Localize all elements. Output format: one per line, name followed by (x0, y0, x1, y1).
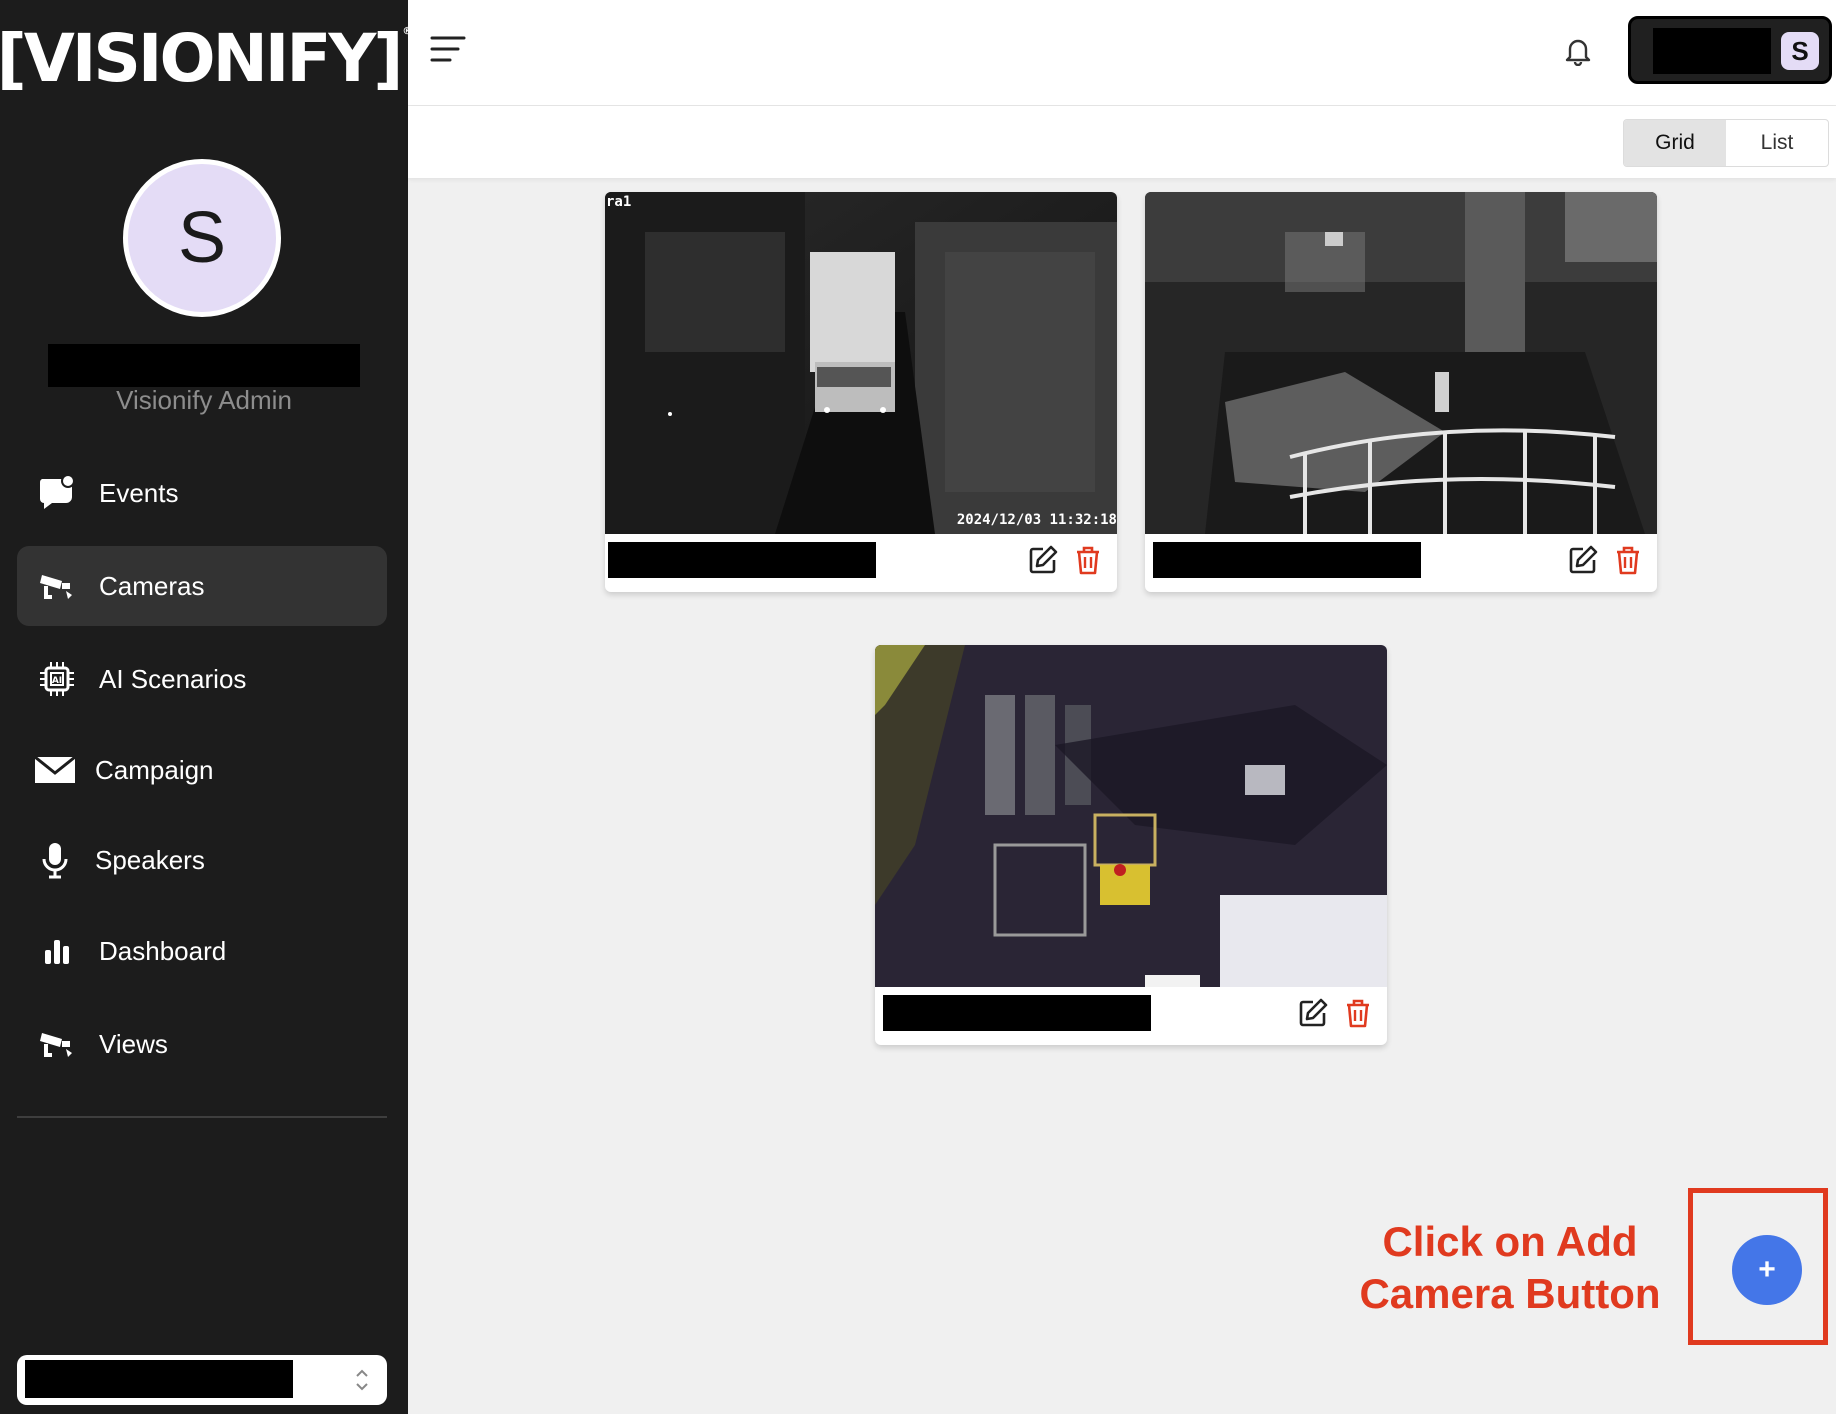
camera-card[interactable] (875, 645, 1387, 1045)
edit-icon[interactable] (1297, 997, 1329, 1029)
camera-feed-image[interactable] (875, 645, 1387, 987)
camera-timestamp: 2024/12/03 11:32:18 (956, 512, 1117, 528)
camera-overlay-label: ra1 (606, 194, 632, 210)
profile-avatar-initial: S (177, 198, 227, 278)
sidebar-item-label: Speakers (95, 844, 205, 875)
organization-select[interactable] (17, 1355, 387, 1405)
list-view-button[interactable]: List (1726, 120, 1828, 166)
sidebar-item-events[interactable]: Events (17, 453, 387, 533)
grid-view-button[interactable]: Grid (1624, 120, 1726, 166)
redacted-camera-name (1153, 542, 1421, 578)
camera-feed-image[interactable]: ra1 2024/12/03 11:32:18 (605, 192, 1117, 534)
user-menu[interactable]: S (1628, 16, 1832, 84)
edit-icon[interactable] (1567, 544, 1599, 576)
envelope-icon (34, 750, 76, 790)
delete-icon[interactable] (1612, 544, 1644, 576)
svg-text:AI: AI (52, 676, 62, 686)
view-toggle: Grid List (1623, 119, 1829, 167)
annotation-text: Click on Add Camera Button (1330, 1216, 1690, 1320)
user-role: Visionify Admin (116, 385, 292, 415)
sidebar-item-views[interactable]: Views (17, 1004, 387, 1084)
camera-feed-image[interactable] (1145, 192, 1657, 534)
camera-card[interactable]: ra1 2024/12/03 11:32:18 (605, 192, 1117, 592)
sidebar-item-label: AI Scenarios (99, 663, 247, 694)
edit-icon[interactable] (1027, 544, 1059, 576)
chevron-up-down-icon (356, 1369, 368, 1391)
sidebar-item-dashboard[interactable]: Dashboard (17, 911, 387, 991)
sidebar-item-label: Events (99, 477, 179, 508)
camera-card-footer (1145, 534, 1657, 592)
redacted-user-name (48, 344, 360, 387)
notification-bell-icon[interactable] (1565, 36, 1591, 66)
bar-chart-icon (37, 931, 77, 971)
microphone-icon (34, 840, 76, 880)
top-bar: S (408, 0, 1836, 106)
sidebar-item-campaign[interactable]: Campaign (17, 730, 387, 810)
sidebar: [VISIONIFY] ® S Visionify Admin Events Ca… (0, 0, 412, 1414)
annotation-line-1: Click on Add (1382, 1218, 1638, 1265)
sidebar-item-label: Campaign (95, 754, 214, 785)
redacted-user-info (1653, 28, 1771, 74)
user-avatar: S (1781, 32, 1819, 70)
delete-icon[interactable] (1342, 997, 1374, 1029)
camera-card-footer (605, 534, 1117, 592)
sidebar-item-cameras[interactable]: Cameras (17, 546, 387, 626)
camera-card[interactable] (1145, 192, 1657, 592)
hamburger-menu-icon[interactable] (430, 34, 466, 64)
redacted-camera-name (608, 542, 876, 578)
cctv-camera-icon (37, 1024, 77, 1064)
sidebar-item-label: Dashboard (99, 935, 227, 966)
annotation-line-2: Camera Button (1359, 1270, 1661, 1317)
sidebar-item-ai-scenarios[interactable]: AI AI Scenarios (17, 639, 387, 719)
ai-chip-icon: AI (37, 659, 77, 699)
add-camera-button[interactable]: + (1732, 1235, 1802, 1305)
sidebar-item-label: Cameras (99, 570, 205, 601)
sidebar-item-label: Views (99, 1028, 168, 1059)
sidebar-divider (17, 1116, 387, 1118)
redacted-camera-name (883, 995, 1151, 1031)
sidebar-item-speakers[interactable]: Speakers (17, 820, 387, 900)
profile-avatar[interactable]: S (123, 159, 281, 317)
chat-bubble-icon (37, 473, 77, 513)
camera-card-footer (875, 987, 1387, 1045)
delete-icon[interactable] (1072, 544, 1104, 576)
visionify-logo[interactable]: [VISIONIFY] ® (0, 20, 412, 97)
cctv-camera-icon (37, 566, 77, 606)
redacted-organization-name (25, 1360, 293, 1398)
view-toolbar: Grid List (408, 106, 1836, 178)
